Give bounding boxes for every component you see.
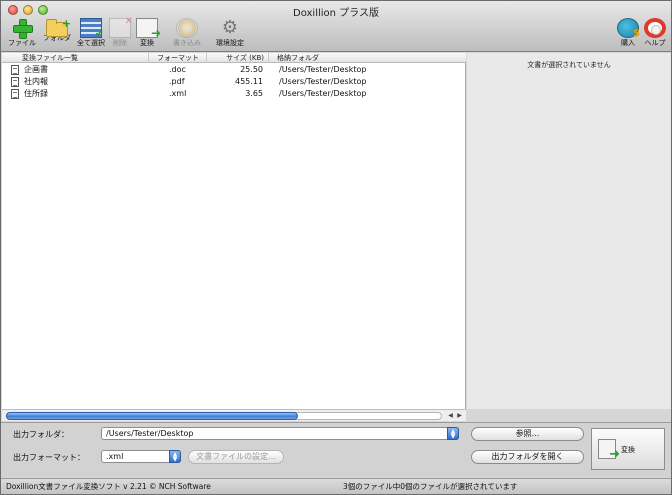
column-header-name[interactable]: 変換ファイル一覧 <box>2 53 149 63</box>
help-lifebuoy-icon <box>644 18 666 38</box>
file-name: 社内報 <box>24 77 48 86</box>
file-size: 25.50 <box>240 65 263 74</box>
document-icon <box>11 65 19 75</box>
open-output-folder-button[interactable]: 出力フォルダを開く <box>471 450 584 464</box>
file-row[interactable]: 企画書 .doc 25.50 /Users/Tester/Desktop <box>2 64 466 76</box>
delete-icon <box>109 16 133 38</box>
output-folder-combo[interactable]: /Users/Tester/Desktop ▲ ▼ <box>101 427 459 440</box>
document-icon <box>11 77 19 87</box>
scroll-right-arrow-icon[interactable]: ▶ <box>455 412 464 420</box>
column-header-size[interactable]: サイズ (KB) <box>207 53 269 63</box>
help-button[interactable]: ヘルプ <box>637 18 672 52</box>
gear-icon: ⚙ <box>221 17 239 38</box>
file-format: .xml <box>169 89 187 98</box>
browse-button[interactable]: 参照... <box>471 427 584 441</box>
horizontal-scrollbar[interactable]: ◀ ▶ <box>2 409 466 421</box>
convert-button-label: 変換 <box>621 446 635 454</box>
file-list[interactable]: 変換ファイル一覧 フォーマット サイズ (KB) 格納フォルダ 企画書 .doc… <box>2 53 466 409</box>
add-file-button[interactable]: ファイル <box>4 18 40 52</box>
preview-message: 文書が選択されていません <box>527 61 611 69</box>
file-name: 住所録 <box>24 89 48 98</box>
file-size: 3.65 <box>245 89 263 98</box>
chevron-updown-icon[interactable]: ▲ ▼ <box>447 427 459 440</box>
output-format-label: 出力フォーマット： <box>13 453 85 462</box>
file-row[interactable]: 住所録 .xml 3.65 /Users/Tester/Desktop <box>2 88 466 100</box>
window-title: Doxillion プラス版 <box>293 8 379 19</box>
output-settings-panel: 出力フォルダ： /Users/Tester/Desktop ▲ ▼ 参照... 出… <box>1 422 671 477</box>
title-bar: Doxillion プラス版 <box>1 1 671 19</box>
add-file-label: ファイル <box>8 39 36 47</box>
convert-icon <box>136 18 161 40</box>
app-window: Doxillion プラス版 ファイル フォルダ 全て選択 削除 変換 書き込み… <box>0 0 672 495</box>
file-list-header: 変換ファイル一覧 フォーマット サイズ (KB) 格納フォルダ <box>2 53 466 63</box>
convert-icon <box>598 439 620 462</box>
file-format: .doc <box>169 65 186 74</box>
file-row[interactable]: 社内報 .pdf 455.11 /Users/Tester/Desktop <box>2 76 466 88</box>
output-format-value: .xml <box>106 452 124 461</box>
status-app-info: Doxillion文書ファイル変換ソフト v 2.21 © NCH Softwa… <box>6 482 211 491</box>
add-file-icon <box>11 18 33 39</box>
output-folder-value: /Users/Tester/Desktop <box>106 429 194 438</box>
column-header-format[interactable]: フォーマット <box>149 53 207 63</box>
document-icon <box>11 89 19 99</box>
buy-icon <box>617 18 640 39</box>
scroll-left-arrow-icon[interactable]: ◀ <box>446 412 455 420</box>
output-folder-label: 出力フォルダ： <box>13 430 69 439</box>
toolbar: Doxillion プラス版 ファイル フォルダ 全て選択 削除 変換 書き込み… <box>1 1 671 52</box>
preferences-button[interactable]: ⚙ 環境設定 <box>212 18 248 52</box>
file-folder: /Users/Tester/Desktop <box>279 77 367 86</box>
burn-disc-icon <box>176 18 198 38</box>
convert-button[interactable]: 変換 <box>591 428 665 470</box>
preview-pane: 文書が選択されていません <box>467 53 671 409</box>
select-all-icon <box>80 18 104 40</box>
file-name: 企画書 <box>24 65 48 74</box>
output-format-select[interactable]: .xml ▲ ▼ <box>101 450 181 463</box>
burn-label: 書き込み <box>173 39 201 47</box>
burn-button[interactable]: 書き込み <box>169 18 205 52</box>
scrollbar-thumb[interactable] <box>6 412 298 420</box>
convert-toolbar-button[interactable]: 変換 <box>129 18 165 52</box>
help-label: ヘルプ <box>644 39 666 47</box>
chevron-updown-icon[interactable]: ▲ ▼ <box>169 450 181 463</box>
status-bar: Doxillion文書ファイル変換ソフト v 2.21 © NCH Softwa… <box>1 478 671 494</box>
column-header-folder[interactable]: 格納フォルダ <box>269 53 466 63</box>
add-folder-icon <box>46 17 71 37</box>
file-folder: /Users/Tester/Desktop <box>279 65 367 74</box>
file-format: .pdf <box>169 77 185 86</box>
document-settings-button[interactable]: 文書ファイルの設定... <box>188 450 284 464</box>
file-size: 455.11 <box>235 77 263 86</box>
file-folder: /Users/Tester/Desktop <box>279 89 367 98</box>
status-selection-count: 3個のファイル中0個のファイルが選択されています <box>343 482 518 491</box>
add-folder-button[interactable]: フォルダ <box>39 17 75 52</box>
preferences-label: 環境設定 <box>216 39 244 47</box>
convert-toolbar-label: 変換 <box>140 39 154 47</box>
